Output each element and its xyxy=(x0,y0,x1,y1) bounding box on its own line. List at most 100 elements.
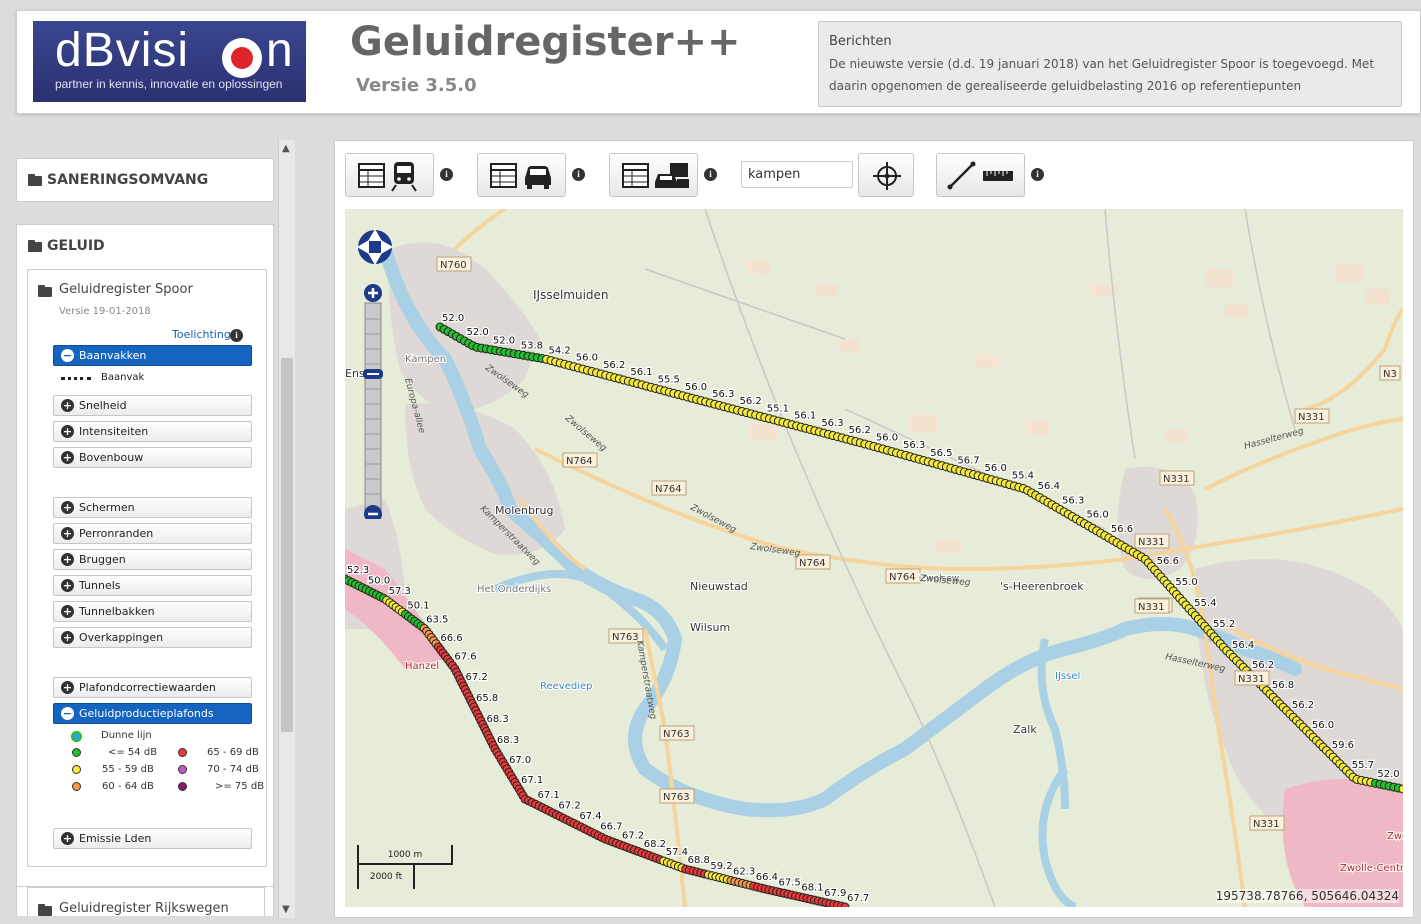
info-icon[interactable]: i xyxy=(572,168,585,181)
info-icon[interactable]: i xyxy=(704,168,717,181)
app-title: Geluidregister++ xyxy=(350,19,741,65)
snelheid-button[interactable]: + Snelheid xyxy=(53,395,252,416)
dbvision-logo[interactable]: dBvisi n partner in kennis, innovatie en… xyxy=(33,21,306,102)
noise-value-label: 56.2 xyxy=(1252,660,1274,671)
button-label: Plafondcorrectiewaarden xyxy=(79,681,216,694)
emissie-lden-button[interactable]: + Emissie Lden xyxy=(53,828,252,849)
street-label: Zwolseweg xyxy=(562,413,608,454)
scroll-down-icon[interactable]: ▼ xyxy=(282,904,290,915)
baanvakken-label: Baanvakken xyxy=(79,349,147,362)
road-label: N764 xyxy=(566,456,593,467)
noise-value-label: 67.6 xyxy=(454,652,476,663)
noise-value-label: 56.0 xyxy=(1086,510,1108,521)
noise-value-label: 67.4 xyxy=(579,811,601,822)
dotted-line-icon xyxy=(61,377,91,380)
road-label: N764 xyxy=(799,558,826,569)
legend-dunne-lijn: Dunne lijn xyxy=(101,730,152,741)
toelichting-link[interactable]: Toelichting xyxy=(172,328,231,341)
messages-panel: Berichten De nieuwste versie (d.d. 19 ja… xyxy=(818,21,1402,107)
map-nav-control[interactable] xyxy=(355,219,395,519)
panel-geluid: GELUID Geluidregister Spoor Versie 19-01… xyxy=(16,224,274,916)
plus-icon: + xyxy=(61,681,74,694)
schermen-button[interactable]: + Schermen xyxy=(53,497,252,518)
noise-value-label: 56.8 xyxy=(1272,680,1294,691)
info-icon[interactable]: i xyxy=(1031,168,1044,181)
map-base[interactable]: 52.052.052.0 53.8 54.256.056.256.155.556.0… xyxy=(345,209,1403,907)
noise-value-label: 52.3 xyxy=(347,565,369,576)
noise-value-label: 59.6 xyxy=(1332,740,1354,751)
noise-value-label: 55.0 xyxy=(1175,577,1197,588)
folder-open-icon xyxy=(38,285,54,297)
noise-value-label: 52.0 xyxy=(1377,769,1399,780)
noise-value-label: 65.8 xyxy=(476,693,498,704)
button-label: Emissie Lden xyxy=(79,832,152,845)
legend-dot-red xyxy=(178,748,187,757)
measure-button[interactable] xyxy=(936,153,1025,197)
place-label: IJssel xyxy=(1055,671,1080,682)
noise-point-track1[interactable] xyxy=(1398,784,1403,794)
plus-icon: + xyxy=(61,527,74,540)
noise-value-label: 68.3 xyxy=(486,714,508,725)
noise-value-label: 66.6 xyxy=(440,633,462,644)
noise-value-label: 56.2 xyxy=(603,360,625,371)
table-train-button[interactable] xyxy=(345,153,434,197)
sidebar-scrollbar[interactable]: ▲ ▼ xyxy=(278,140,295,918)
noise-value-label: 56.0 xyxy=(985,463,1007,474)
subpanel-title[interactable]: Geluidregister Spoor xyxy=(59,282,193,297)
scroll-thumb[interactable] xyxy=(281,358,293,732)
logo-word-end: n xyxy=(266,24,293,77)
tunnelbakken-button[interactable]: + Tunnelbakken xyxy=(53,601,252,622)
location-search-input[interactable] xyxy=(741,161,853,188)
plafondcorrectiewaarden-button[interactable]: + Plafondcorrectiewaarden xyxy=(53,677,252,698)
plus-icon: + xyxy=(61,832,74,845)
scroll-up-icon[interactable]: ▲ xyxy=(282,143,290,154)
scale-imperial: 2000 ft xyxy=(357,865,415,889)
legend-label: 55 - 59 dB xyxy=(102,764,154,775)
road-label: N331 xyxy=(1298,412,1325,423)
road-label: N763 xyxy=(663,729,690,740)
road-label: N331 xyxy=(1138,537,1165,548)
noise-value-label: 55.2 xyxy=(1213,619,1235,630)
table-vehicles-button[interactable] xyxy=(609,153,698,197)
button-label: Perronranden xyxy=(79,527,154,540)
noise-value-label: 54.2 xyxy=(549,345,571,356)
scale-bar: 1000 m 2000 ft xyxy=(357,845,453,891)
gpp-button[interactable]: − Geluidproductieplafonds (GPP's) xyxy=(53,703,252,739)
tunnels-button[interactable]: + Tunnels xyxy=(53,575,252,596)
table-car-button[interactable] xyxy=(477,153,566,197)
pan-zoom-icon xyxy=(357,229,393,519)
noise-value-label: 56.0 xyxy=(576,353,598,364)
button-label: Overkappingen xyxy=(79,631,164,644)
info-icon[interactable]: i xyxy=(440,168,453,181)
info-icon[interactable]: i xyxy=(230,329,243,342)
bovenbouw-button[interactable]: + Bovenbouw xyxy=(53,447,252,468)
intensiteiten-button[interactable]: + Intensiteiten xyxy=(53,421,252,442)
place-label: Hanzel xyxy=(405,661,439,672)
crosshair-icon xyxy=(873,162,901,190)
map-panel: i i i kampen i 52.0 52.0 52.0 53.8 54.2 … xyxy=(334,140,1414,918)
minus-icon: − xyxy=(61,349,74,362)
place-label: Kampen xyxy=(405,354,446,365)
subpanel-title-rijkswegen[interactable]: Geluidregister Rijkswegen xyxy=(59,901,229,916)
legend-dot-dark-purple xyxy=(178,782,187,791)
bruggen-button[interactable]: + Bruggen xyxy=(53,549,252,570)
noise-value-label: 56.2 xyxy=(849,425,871,436)
panel-title-geluid[interactable]: GELUID xyxy=(47,238,105,254)
noise-value-label: 50.0 xyxy=(368,575,390,586)
noise-value-label: 67.2 xyxy=(466,672,488,683)
map-view[interactable]: 52.0 52.0 52.0 53.8 54.2 56.0 56.2 56.1 55.5 56.0… xyxy=(345,209,1403,907)
folder-icon xyxy=(38,904,54,916)
legend-label: 70 - 74 dB xyxy=(207,764,259,775)
noise-value-label: 52.0 xyxy=(442,313,464,324)
panel-saneringsomvang[interactable]: SANERINGSOMVANG xyxy=(16,158,274,202)
baanvakken-button[interactable]: − Baanvakken xyxy=(53,345,252,366)
place-label: Molenbrug xyxy=(495,504,553,517)
noise-value-label: 55.7 xyxy=(1352,760,1374,771)
place-label: Zalk xyxy=(1013,723,1037,736)
noise-value-label: 56.0 xyxy=(1312,720,1334,731)
messages-title: Berichten xyxy=(829,34,892,49)
locate-button[interactable] xyxy=(858,153,914,197)
noise-value-label: 66.4 xyxy=(756,872,778,883)
overkappingen-button[interactable]: + Overkappingen xyxy=(53,627,252,648)
perronranden-button[interactable]: + Perronranden xyxy=(53,523,252,544)
